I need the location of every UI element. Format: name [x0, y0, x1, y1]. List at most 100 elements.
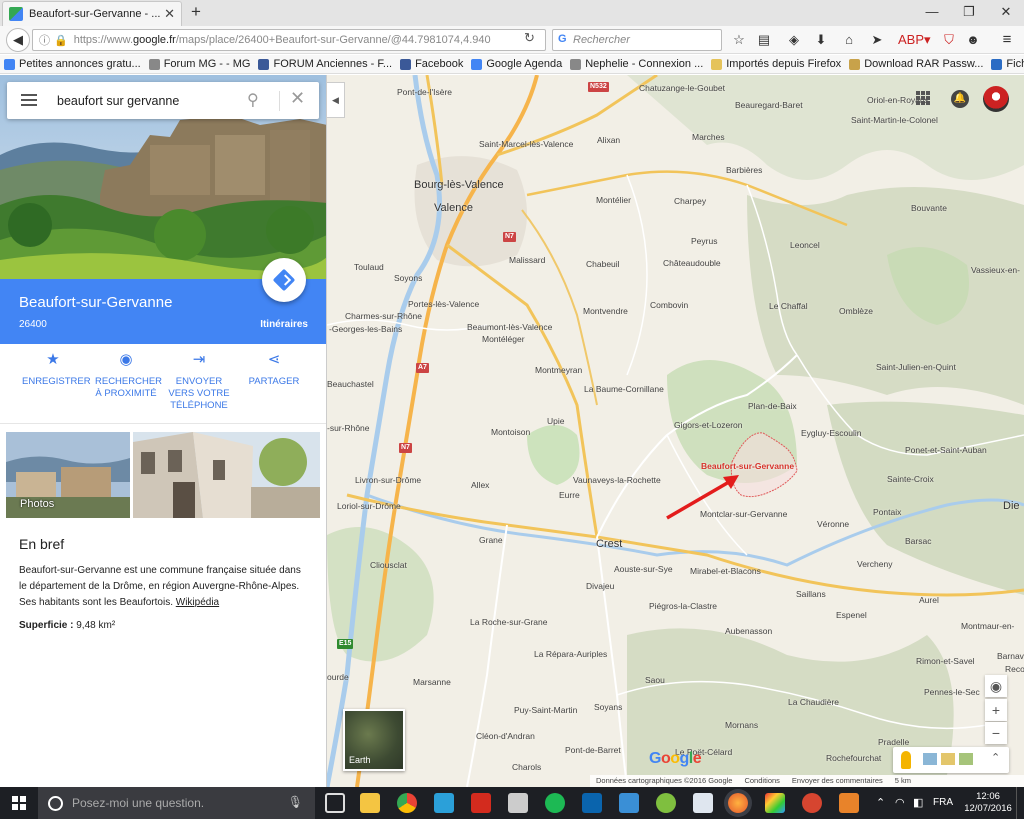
map-town-label[interactable]: La Baume-Cornillane [584, 384, 664, 394]
task-view-icon[interactable] [325, 793, 345, 813]
map-town-label[interactable]: Rochefourchat [826, 753, 881, 763]
map-town-label[interactable]: Pont-de-Barret [565, 745, 621, 755]
map-town-label[interactable]: La Répara-Auriples [534, 649, 607, 659]
map-town-label[interactable]: Vercheny [857, 559, 892, 569]
menu-icon[interactable]: ≡ [998, 31, 1016, 49]
feather-app-icon[interactable] [619, 793, 639, 813]
map-town-label[interactable]: Saint-Martin-le-Colonel [851, 115, 938, 125]
map-canvas[interactable]: Pont-de-l'Isère Chatuzange-le-Goubet Beaur… [327, 75, 1024, 787]
firefox-icon[interactable] [728, 793, 748, 813]
map-town-label[interactable]: Omblèze [839, 306, 873, 316]
map-town-label[interactable]: Châteaudouble [663, 258, 721, 268]
map-town-label[interactable]: Aurel [919, 595, 939, 605]
map-town-label[interactable]: Toulaud [354, 262, 384, 272]
map-town-label[interactable]: Divajeu [586, 581, 614, 591]
map-town-label[interactable]: Beauchastel [327, 379, 374, 389]
terrain-thumbnail-icon[interactable] [959, 753, 973, 765]
map-city-label[interactable]: Valence [434, 202, 473, 214]
map-town-label[interactable]: Montmaur-en- [961, 621, 1014, 631]
language-indicator[interactable]: FRA [933, 797, 953, 808]
map-town-label[interactable]: Combovin [650, 300, 688, 310]
my-location-button[interactable]: ◉ [985, 675, 1007, 697]
map-town-label[interactable]: Grane [479, 535, 503, 545]
map-town-label[interactable]: Aubenasson [725, 626, 772, 636]
map-town-label[interactable]: ourde [327, 672, 349, 682]
street-view-thumbnail[interactable] [133, 432, 320, 518]
earth-view-toggle[interactable]: Earth [343, 709, 405, 771]
map-town-label[interactable]: Chabeuil [586, 259, 620, 269]
map-town-label[interactable]: Cléon-d'Andran [476, 731, 535, 741]
chevron-up-icon[interactable]: ⌃ [991, 751, 1000, 764]
map-town-label[interactable]: Barnav [997, 651, 1024, 661]
chrome-icon[interactable] [397, 793, 417, 813]
map-town-label[interactable]: Mornans [725, 720, 758, 730]
map-town-label[interactable]: Cliousclat [370, 560, 407, 570]
map-town-label[interactable]: Ponet-et-Saint-Auban [905, 445, 987, 455]
map-town-label[interactable]: Montoison [491, 427, 530, 437]
map-town-label[interactable]: Portes-lès-Valence [408, 299, 479, 309]
outlook-icon[interactable] [582, 793, 602, 813]
map-town-label[interactable]: Alixan [597, 135, 620, 145]
minimize-button[interactable]: — [917, 3, 947, 21]
close-icon[interactable]: ✕ [290, 88, 305, 109]
map-town-label[interactable]: Piégros-la-Clastre [649, 601, 717, 611]
system-clock[interactable]: 12:06 12/07/2016 [961, 791, 1015, 815]
app-bird-icon[interactable] [693, 793, 713, 813]
map-town-label[interactable]: Livron-sur-Drôme [355, 475, 421, 485]
map-town-label[interactable]: Marsanne [413, 677, 451, 687]
map-town-label[interactable]: Eygluy-Escoulin [801, 428, 861, 438]
new-tab-button[interactable]: + [186, 3, 206, 23]
maps-search-box[interactable]: beaufort sur gervanne ⚲ ✕ [7, 82, 319, 119]
map-town-label[interactable]: La Roche-sur-Grane [470, 617, 547, 627]
map-town-label[interactable]: Montélier [596, 195, 631, 205]
map-town-label[interactable]: Sainte-Croix [887, 474, 934, 484]
bookmark-item[interactable]: FORUM Anciennes - F... [258, 58, 392, 70]
maps-search-input[interactable]: beaufort sur gervanne [57, 94, 179, 108]
map-town-label[interactable]: Chatuzange-le-Goubet [639, 83, 725, 93]
app-cube-icon[interactable] [434, 793, 454, 813]
browser-search-input[interactable]: G Rechercher [552, 29, 722, 51]
bookmark-star-icon[interactable]: ☆ [730, 31, 748, 49]
zoom-out-button[interactable]: − [985, 722, 1007, 744]
map-town-label[interactable]: Eurre [559, 490, 580, 500]
pocket-icon[interactable]: ◈ [785, 31, 803, 49]
map-town-label[interactable]: Vaunaveys-la-Rochette [573, 475, 661, 485]
bookmark-item[interactable]: Download RAR Passw... [849, 58, 983, 70]
apps-grid-icon[interactable] [916, 91, 930, 105]
map-town-label[interactable]: Pont-de-l'Isère [397, 87, 452, 97]
action-partager-button[interactable]: ⋖ PARTAGER [248, 352, 300, 388]
tray-chevron-up-icon[interactable]: ⌃ [876, 796, 885, 809]
back-button[interactable]: ◀ [6, 28, 30, 52]
acrobat-icon[interactable] [471, 793, 491, 813]
map-town-label[interactable]: Loriol-sur-Drôme [337, 501, 401, 511]
map-town-label[interactable]: Saou [645, 675, 665, 685]
bookmark-item[interactable]: Importés depuis Firefox [711, 58, 841, 70]
bookmark-item[interactable]: Petites annonces gratu... [4, 58, 141, 70]
photos-thumbnail[interactable]: Photos [6, 432, 130, 518]
bookmark-item[interactable]: Google Agenda [471, 58, 562, 70]
map-town-label[interactable]: Montéléger [482, 334, 525, 344]
map-town-label[interactable]: -Georges-les-Bains [329, 324, 402, 334]
hamburger-menu-icon[interactable] [21, 94, 37, 109]
cortana-search-box[interactable]: Posez-moi une question. 🎙 [38, 787, 315, 819]
map-town-label[interactable]: Bouvante [911, 203, 947, 213]
attribution-link[interactable]: Envoyer des commentaires [792, 776, 883, 785]
traffic-thumbnail-icon[interactable] [941, 753, 955, 765]
map-city-label[interactable]: Crest [596, 538, 622, 550]
action-envoyer-button[interactable]: ⇥ ENVOYER VERS VOTRE TÉLÉPHONE [168, 352, 230, 412]
map-town-label[interactable]: Mirabel-et-Blacons [690, 566, 761, 576]
map-town-label[interactable]: Leoncel [790, 240, 820, 250]
action-enregistrer-button[interactable]: ★ ENREGISTRER [22, 352, 91, 388]
bookmark-item[interactable]: Facebook [400, 58, 463, 70]
map-town-label[interactable]: Barsac [905, 536, 931, 546]
media-app-icon[interactable] [802, 793, 822, 813]
transit-thumbnail-icon[interactable] [923, 753, 937, 765]
wikipedia-link[interactable]: Wikipédia [176, 597, 219, 608]
map-town-label[interactable]: Charmes-sur-Rhône [345, 311, 422, 321]
adblock-icon[interactable]: ABP▾ [898, 31, 931, 49]
bookmark-item[interactable]: Forum MG - - MG [148, 58, 250, 70]
bookmark-item[interactable]: Nephelie - Connexion ... [570, 58, 703, 70]
map-type-strip[interactable]: ⌃ [893, 747, 1009, 773]
map-town-label[interactable]: Montvendre [583, 306, 628, 316]
map-town-label[interactable]: Allex [471, 480, 489, 490]
